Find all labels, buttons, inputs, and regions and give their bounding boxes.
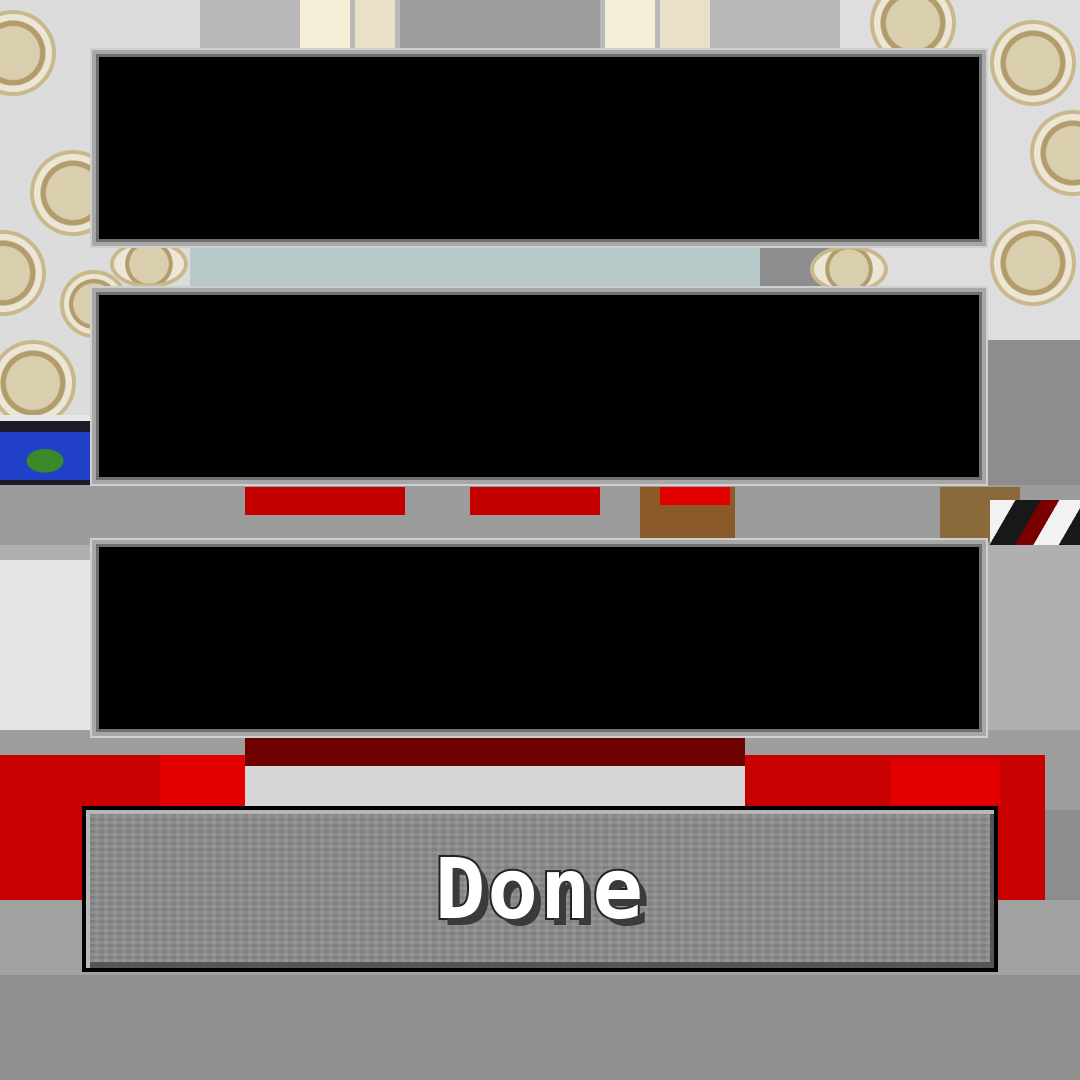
sign-line-1-field[interactable] — [90, 48, 988, 248]
done-button[interactable]: Done — [82, 806, 998, 972]
done-button-label: Done — [433, 838, 646, 940]
sign-line-2-field[interactable] — [90, 286, 988, 486]
sign-line-2-input[interactable] — [96, 292, 982, 480]
sign-line-3-input[interactable] — [96, 544, 982, 732]
sign-line-3-field[interactable] — [90, 538, 988, 738]
sign-line-1-input[interactable] — [96, 54, 982, 242]
